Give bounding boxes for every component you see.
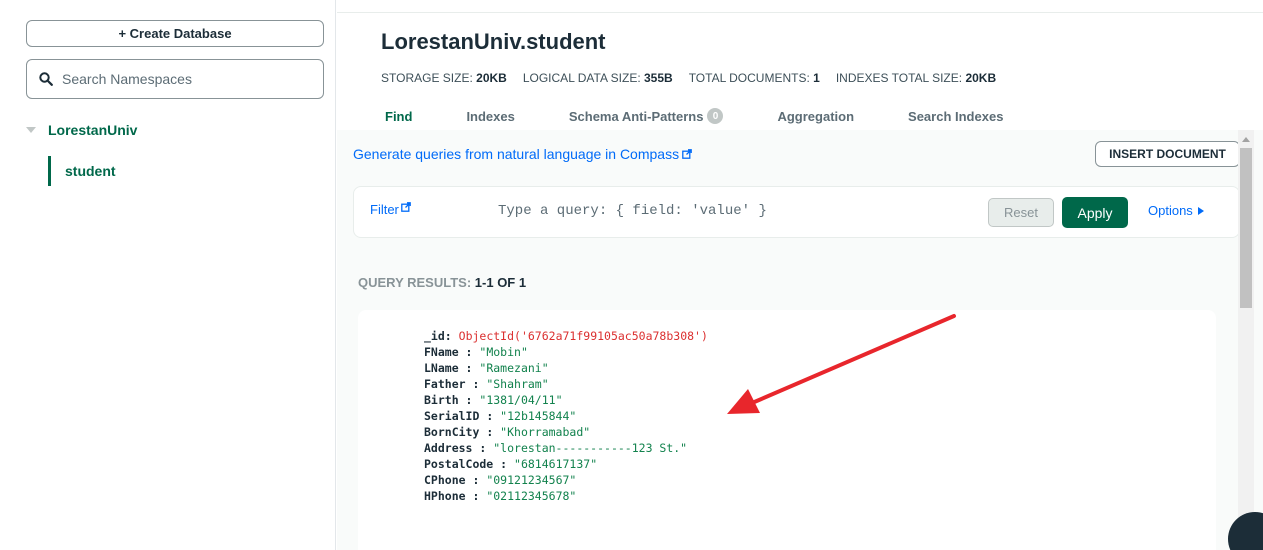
field-separator: :: [465, 489, 487, 503]
tab-indexes[interactable]: Indexes: [466, 109, 514, 124]
collection-tabs: Find Indexes Schema Anti-Patterns 0 Aggr…: [385, 106, 1057, 126]
field-value: "Mobin": [479, 345, 528, 359]
field-key: FName: [424, 345, 459, 359]
tab-aggregation[interactable]: Aggregation: [777, 109, 854, 124]
field-separator: :: [444, 329, 459, 343]
field-separator: :: [458, 345, 480, 359]
filter-link[interactable]: Filter: [370, 202, 411, 217]
query-results-label: QUERY RESULTS: 1-1 OF 1: [358, 275, 527, 290]
external-link-icon: [401, 202, 411, 212]
sidebar: + Create Database LorestanUniv student: [0, 0, 336, 550]
field-value: "1381/04/11": [479, 393, 563, 407]
field-separator: :: [479, 409, 501, 423]
insert-document-button[interactable]: INSERT DOCUMENT: [1095, 141, 1240, 167]
query-results-range: 1-1 OF 1: [474, 275, 527, 290]
collection-stats: STORAGE SIZE: 20KB LOGICAL DATA SIZE: 35…: [381, 71, 996, 85]
caret-right-icon: [1197, 206, 1204, 215]
natural-language-query-link[interactable]: Generate queries from natural language i…: [353, 146, 692, 162]
document-field-row[interactable]: FName : "Mobin": [424, 344, 708, 360]
field-value: "02112345678": [486, 489, 577, 503]
tab-search-indexes[interactable]: Search Indexes: [908, 109, 1003, 124]
results-scrollbar[interactable]: [1238, 130, 1254, 540]
document-field-row[interactable]: BornCity : "Khorramabad": [424, 424, 708, 440]
field-separator: :: [465, 473, 487, 487]
document-fields: _id: ObjectId('6762a71f99105ac50a78b308'…: [424, 328, 708, 504]
document-field-row[interactable]: LName : "Ramezani": [424, 360, 708, 376]
field-key: Father: [424, 377, 466, 391]
filter-query-input[interactable]: [498, 203, 938, 219]
document-card[interactable]: _id: ObjectId('6762a71f99105ac50a78b308'…: [358, 310, 1216, 550]
document-field-row[interactable]: HPhone : "02112345678": [424, 488, 708, 504]
field-key: CPhone: [424, 473, 466, 487]
collection-name: student: [65, 163, 116, 179]
field-separator: :: [465, 377, 487, 391]
field-value: ObjectId('6762a71f99105ac50a78b308'): [458, 329, 708, 343]
field-separator: :: [458, 393, 480, 407]
document-field-row[interactable]: Father : "Shahram": [424, 376, 708, 392]
field-value: "lorestan-----------123 St.": [493, 441, 688, 455]
tab-schema-anti-patterns[interactable]: Schema Anti-Patterns 0: [569, 108, 724, 124]
stat-storage-size: STORAGE SIZE: 20KB: [381, 71, 507, 85]
field-key: Address: [424, 441, 473, 455]
options-toggle[interactable]: Options: [1148, 203, 1204, 218]
field-key: BornCity: [424, 425, 480, 439]
page-title: LorestanUniv.student: [381, 29, 606, 54]
create-database-button[interactable]: + Create Database: [26, 20, 324, 47]
find-content-area: Generate queries from natural language i…: [337, 130, 1263, 550]
apply-button[interactable]: Apply: [1062, 197, 1128, 228]
field-value: "Khorramabad": [500, 425, 591, 439]
sidebar-item-collection[interactable]: student: [48, 156, 116, 186]
stat-indexes-total-size: INDEXES TOTAL SIZE: 20KB: [835, 71, 997, 85]
document-field-row[interactable]: _id: ObjectId('6762a71f99105ac50a78b308'…: [424, 328, 708, 344]
field-separator: :: [493, 457, 515, 471]
field-value: "Ramezani": [479, 361, 549, 375]
field-value: "09121234567": [486, 473, 577, 487]
sidebar-item-database[interactable]: LorestanUniv: [26, 120, 137, 140]
field-separator: :: [479, 425, 501, 439]
search-namespaces-box[interactable]: [26, 59, 324, 99]
anti-patterns-count-badge: 0: [707, 108, 724, 124]
field-key: Birth: [424, 393, 459, 407]
field-value: "12b145844": [500, 409, 577, 423]
field-key: SerialID: [424, 409, 480, 423]
filter-bar: Filter Reset Apply Options: [353, 186, 1240, 238]
stat-total-documents: TOTAL DOCUMENTS: 1: [688, 71, 820, 85]
external-link-icon: [682, 149, 692, 159]
field-key: HPhone: [424, 489, 466, 503]
scroll-up-arrow-icon[interactable]: [1242, 137, 1250, 142]
scrollbar-thumb[interactable]: [1240, 148, 1252, 308]
field-key: PostalCode: [424, 457, 494, 471]
caret-down-icon[interactable]: [26, 127, 36, 133]
document-field-row[interactable]: PostalCode : "6814617137": [424, 456, 708, 472]
stat-logical-data-size: LOGICAL DATA SIZE: 355B: [522, 71, 673, 85]
tab-find[interactable]: Find: [385, 109, 412, 124]
create-database-label: + Create Database: [118, 26, 232, 41]
main-panel: LorestanUniv.student STORAGE SIZE: 20KB …: [337, 0, 1263, 550]
field-value: "Shahram": [486, 377, 549, 391]
document-field-row[interactable]: Address : "lorestan-----------123 St.": [424, 440, 708, 456]
reset-button[interactable]: Reset: [988, 198, 1054, 227]
document-field-row[interactable]: CPhone : "09121234567": [424, 472, 708, 488]
field-separator: :: [472, 441, 494, 455]
field-separator: :: [458, 361, 480, 375]
database-name: LorestanUniv: [48, 122, 138, 138]
document-field-row[interactable]: SerialID : "12b145844": [424, 408, 708, 424]
field-key: _id: [424, 329, 445, 343]
field-value: "6814617137": [514, 457, 598, 471]
search-icon: [39, 72, 53, 86]
top-divider: [337, 12, 1263, 13]
document-field-row[interactable]: Birth : "1381/04/11": [424, 392, 708, 408]
field-key: LName: [424, 361, 459, 375]
search-namespaces-input[interactable]: [62, 71, 302, 87]
